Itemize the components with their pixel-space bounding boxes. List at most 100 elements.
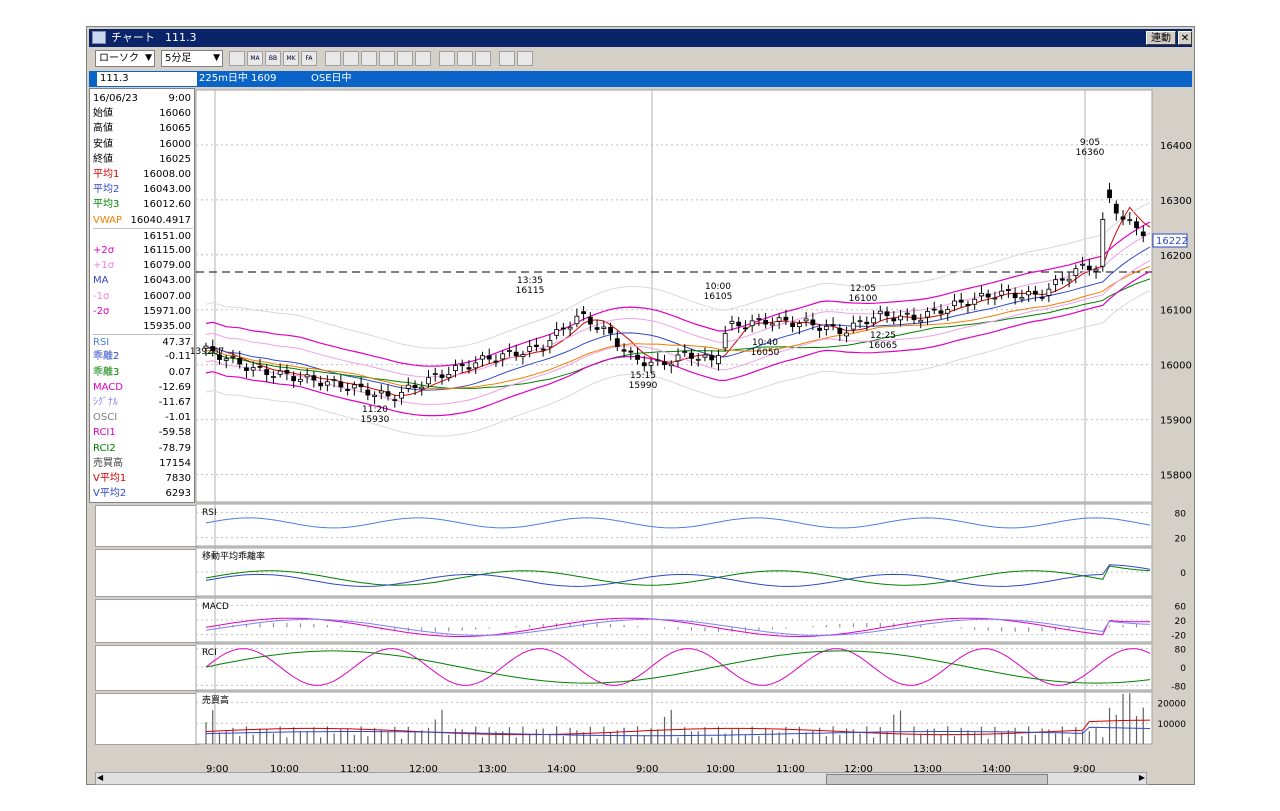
candle-body — [1026, 291, 1032, 296]
candle-body — [1093, 268, 1099, 272]
candle-body — [601, 326, 607, 329]
candle-body — [223, 358, 229, 361]
y-tick-label: 15900 — [1160, 416, 1192, 427]
candle-body — [790, 322, 796, 327]
candle-body — [776, 317, 782, 322]
candle-body — [567, 326, 573, 330]
y-tick-label: 16100 — [1160, 306, 1192, 317]
candle-body — [756, 318, 762, 320]
time-axis-label: 14:00 — [547, 764, 576, 775]
time-axis: 9:00 10:00 11:00 12:00 13:00 14:00 9:00 10:00 11… — [0, 762, 1109, 782]
candle-body — [385, 391, 391, 397]
candle-body — [365, 389, 371, 396]
candle-body — [871, 317, 876, 324]
candle-body — [770, 323, 775, 326]
annotation-price: 16115 — [516, 286, 545, 296]
candle-body — [331, 379, 337, 382]
candle-body — [925, 311, 930, 318]
candle-body — [614, 338, 620, 347]
candle-body — [985, 293, 991, 298]
subchart-tick-label: 0 — [1180, 569, 1186, 579]
candle-body — [857, 320, 863, 323]
candle-body — [1032, 290, 1038, 295]
y-tick-label: 15800 — [1160, 471, 1192, 482]
candle-body — [749, 320, 755, 327]
candle-body — [668, 363, 674, 367]
annotation-time: 12:25 — [870, 331, 896, 341]
subchart-tick-label: 20000 — [1157, 699, 1186, 709]
time-axis-label: 11:00 — [776, 764, 805, 775]
candle-body — [979, 292, 984, 297]
subchart-tick-label: 60 — [1175, 602, 1187, 612]
subchart-tick-label: -20 — [1171, 632, 1186, 642]
candle-body — [486, 355, 492, 360]
annotation-time: 10:00 — [705, 282, 731, 292]
candle-body — [1039, 296, 1045, 299]
candle-body — [466, 367, 472, 370]
candle-body — [399, 391, 404, 399]
annotation-price: 15930 — [361, 415, 390, 425]
candle-body — [587, 316, 593, 325]
annotation-price: 16100 — [849, 294, 878, 304]
candle-body — [830, 324, 836, 327]
candle-body — [918, 319, 924, 323]
candle-body — [345, 389, 351, 391]
subchart-tick-label: 20 — [1175, 535, 1187, 545]
candle-body — [284, 370, 290, 374]
candle-body — [722, 333, 728, 349]
candle-body — [736, 321, 742, 327]
candle-body — [594, 327, 600, 330]
candle-body — [351, 384, 357, 389]
candle-body — [230, 356, 236, 358]
candle-body — [695, 358, 701, 361]
candle-body — [635, 354, 640, 360]
candle-body — [405, 384, 411, 389]
candle-body — [1140, 231, 1146, 237]
candle-body — [952, 300, 957, 307]
candle-body — [628, 350, 634, 353]
candle-body — [999, 290, 1005, 296]
time-axis-label: 9:00 — [636, 764, 659, 775]
annotation-time: 15:15 — [630, 371, 656, 381]
candle-body — [1073, 268, 1079, 277]
candle-body — [689, 352, 694, 359]
candle-body — [527, 346, 533, 352]
annotation-time: 9:05 — [1080, 138, 1100, 148]
time-axis-label: 13:00 — [478, 764, 507, 775]
candle-body — [480, 355, 485, 360]
candle-body — [803, 318, 809, 322]
chart-canvas[interactable]: 164001630016200161001600015900158009:051… — [0, 0, 1280, 811]
y-tick-label: 16400 — [1160, 141, 1192, 152]
candle-body — [823, 325, 829, 330]
candle-body — [1120, 216, 1126, 220]
subchart-title: RSI — [202, 508, 217, 518]
candle-body — [473, 362, 479, 369]
candle-body — [992, 297, 998, 300]
candle-body — [271, 376, 276, 378]
subchart-tick-label: 80 — [1175, 646, 1187, 656]
candle-body — [945, 309, 951, 314]
candle-body — [1107, 189, 1112, 199]
candle-body — [648, 361, 654, 366]
time-axis-label: 9:00 — [1073, 764, 1096, 775]
candle-body — [581, 311, 586, 315]
subchart-title: RCI — [202, 648, 217, 658]
subchart-tick-label: 80 — [1175, 509, 1187, 519]
candle-body — [911, 314, 917, 321]
candle-body — [297, 378, 303, 382]
time-axis-label: 9:00 — [206, 764, 229, 775]
candle-body — [304, 374, 310, 378]
candle-body — [891, 318, 897, 322]
candle-body — [743, 327, 748, 330]
candle-body — [837, 327, 843, 334]
annotation-time: 10:40 — [752, 338, 778, 348]
candle-body — [311, 375, 317, 381]
candle-body — [1134, 221, 1139, 229]
candle-body — [641, 362, 647, 367]
candle-body — [453, 365, 458, 372]
candle-body — [338, 381, 344, 388]
subchart-title: 売買高 — [202, 694, 229, 706]
candle-body — [621, 349, 627, 352]
candle-body — [884, 311, 890, 317]
candle-body — [318, 382, 324, 387]
